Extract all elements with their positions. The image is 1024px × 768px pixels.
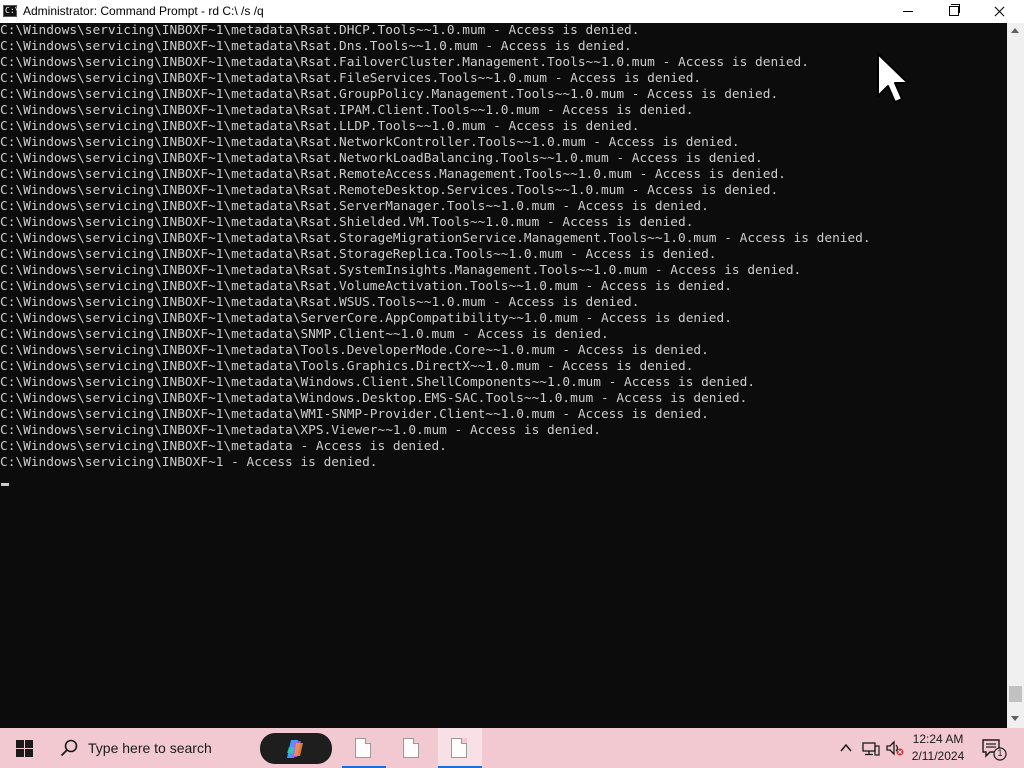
console-line: C:\Windows\servicing\INBOXF~1\metadata\R… (0, 103, 694, 118)
console-line: C:\Windows\servicing\INBOXF~1\metadata\R… (0, 167, 786, 182)
console-line: C:\Windows\servicing\INBOXF~1\metadata\R… (0, 183, 779, 198)
document-icon (355, 738, 371, 758)
scroll-thumb[interactable] (1009, 686, 1022, 702)
show-hidden-icons-chevron-icon[interactable] (838, 740, 854, 756)
console-line: C:\Windows\servicing\INBOXF~1\metadata\R… (0, 215, 694, 230)
console-lines: C:\Windows\servicing\INBOXF~1\metadata\R… (0, 23, 1007, 471)
window-title: Administrator: Command Prompt - rd C:\ /… (23, 4, 264, 18)
text-cursor (1, 483, 9, 486)
close-button[interactable] (977, 0, 1023, 23)
console-line: C:\Windows\servicing\INBOXF~1\metadata\R… (0, 199, 709, 214)
notification-count: 1 (997, 748, 1003, 758)
console-line: C:\Windows\servicing\INBOXF~1\metadata\R… (0, 151, 763, 166)
console-line: C:\Windows\servicing\INBOXF~1\metadata\R… (0, 119, 640, 134)
copilot-icon (287, 740, 303, 758)
console-line: C:\Windows\servicing\INBOXF~1\metadata\T… (0, 359, 694, 374)
maximize-button[interactable] (931, 0, 977, 23)
console-line: C:\Windows\servicing\INBOXF~1\metadata\R… (0, 135, 740, 150)
console-line: C:\Windows\servicing\INBOXF~1\metadata\R… (0, 231, 871, 246)
taskbar-search-box[interactable]: Type here to search (48, 728, 254, 768)
taskbar-app-1[interactable] (342, 728, 386, 768)
console-line: C:\Windows\servicing\INBOXF~1\metadata\R… (0, 263, 802, 278)
console-line: C:\Windows\servicing\INBOXF~1\metadata\R… (0, 247, 717, 262)
vertical-scrollbar[interactable] (1007, 23, 1024, 728)
notification-icon (982, 739, 1007, 761)
clock[interactable]: 12:24 AM 2/11/2024 (906, 731, 970, 765)
console-line: C:\Windows\servicing\INBOXF~1\metadata\R… (0, 279, 732, 294)
console-line: C:\Windows\servicing\INBOXF~1\metadata\R… (0, 55, 809, 70)
console-line: C:\Windows\servicing\INBOXF~1\metadata\R… (0, 87, 779, 102)
console-line: C:\Windows\servicing\INBOXF~1\metadata -… (0, 439, 447, 454)
clock-date: 2/11/2024 (911, 749, 965, 763)
taskbar-app-2[interactable] (390, 728, 434, 768)
console-line: C:\Windows\servicing\INBOXF~1\metadata\W… (0, 375, 756, 390)
console-line: C:\Windows\servicing\INBOXF~1\metadata\T… (0, 343, 709, 358)
start-button[interactable] (0, 728, 48, 768)
taskbar-app-3[interactable] (438, 728, 482, 768)
search-icon (60, 739, 78, 757)
search-placeholder: Type here to search (88, 740, 212, 756)
minimize-button[interactable] (885, 0, 931, 23)
console-line: C:\Windows\servicing\INBOXF~1\metadata\W… (0, 407, 709, 422)
console-output[interactable]: C:\Windows\servicing\INBOXF~1\metadata\R… (0, 23, 1007, 728)
copilot-button[interactable] (260, 733, 332, 764)
console-line: C:\Windows\servicing\INBOXF~1\metadata\R… (0, 23, 640, 38)
console-line: C:\Windows\servicing\INBOXF~1\metadata\W… (0, 391, 748, 406)
console-line: C:\Windows\servicing\INBOXF~1\metadata\R… (0, 39, 632, 54)
title-bar[interactable]: C:\ Administrator: Command Prompt - rd C… (0, 0, 1024, 23)
volume-muted-icon[interactable] (886, 740, 904, 756)
taskbar: Type here to search 12:24 AM 2/11/2024 1 (0, 728, 1024, 768)
console-line: C:\Windows\servicing\INBOXF~1\metadata\X… (0, 423, 601, 438)
clock-time: 12:24 AM (912, 732, 964, 746)
console-line: C:\Windows\servicing\INBOXF~1 - Access i… (0, 455, 378, 470)
scroll-up-arrow-icon[interactable] (1011, 28, 1019, 33)
network-icon[interactable] (862, 740, 880, 756)
notifications-button[interactable]: 1 (978, 736, 1008, 762)
document-icon (403, 738, 419, 758)
mouse-pointer-icon (877, 53, 909, 103)
console-line: C:\Windows\servicing\INBOXF~1\metadata\S… (0, 327, 609, 342)
scroll-down-arrow-icon[interactable] (1011, 716, 1019, 721)
console-line: C:\Windows\servicing\INBOXF~1\metadata\R… (0, 295, 640, 310)
command-prompt-icon[interactable]: C:\ (3, 5, 20, 17)
app-icon-label: C:\ (5, 6, 20, 15)
console-line: C:\Windows\servicing\INBOXF~1\metadata\S… (0, 311, 732, 326)
console-line: C:\Windows\servicing\INBOXF~1\metadata\R… (0, 71, 702, 86)
document-icon (451, 738, 467, 758)
